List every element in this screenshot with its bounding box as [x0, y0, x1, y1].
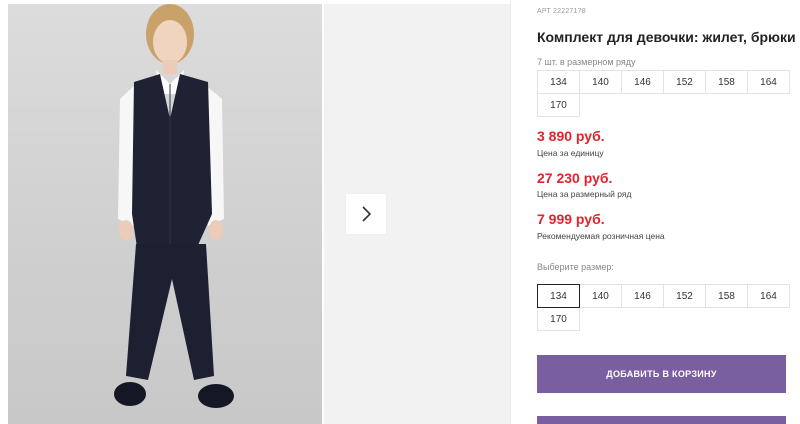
- size-option-158[interactable]: 158: [705, 284, 748, 308]
- add-to-cart-button[interactable]: ДОБАВИТЬ В КОРЗИНУ: [537, 355, 786, 393]
- size-row-cell: 152: [663, 70, 706, 94]
- size-option-152[interactable]: 152: [663, 284, 706, 308]
- size-row-cell: 164: [747, 70, 790, 94]
- size-option-146[interactable]: 146: [621, 284, 664, 308]
- size-option-170[interactable]: 170: [537, 307, 580, 331]
- secondary-action-button[interactable]: [537, 416, 786, 424]
- size-option-140[interactable]: 140: [579, 284, 622, 308]
- size-option-164[interactable]: 164: [747, 284, 790, 308]
- size-row-cell: 140: [579, 70, 622, 94]
- product-gallery: [8, 4, 510, 424]
- unit-price-label: Цена за единицу: [537, 148, 604, 158]
- retail-price-label: Рекомендуемая розничная цена: [537, 231, 665, 241]
- size-row-price: 27 230 руб.: [537, 170, 613, 186]
- column-divider: [510, 0, 511, 424]
- choose-size-label: Выберите размер:: [537, 262, 614, 272]
- size-row-price-label: Цена за размерный ряд: [537, 189, 632, 199]
- article-number: АРТ 22227178: [537, 8, 586, 15]
- size-row-cell: 170: [537, 93, 580, 117]
- product-photo[interactable]: [8, 4, 322, 424]
- girl-in-suit-image: [114, 4, 234, 408]
- product-title: Комплект для девочки: жилет, брюки: [537, 29, 796, 45]
- size-row-note: 7 шт. в размерном ряду: [537, 57, 636, 67]
- size-row-cell: 146: [621, 70, 664, 94]
- chevron-right-icon: [362, 206, 372, 222]
- size-row-cell: 158: [705, 70, 748, 94]
- next-photo-button[interactable]: [346, 194, 386, 234]
- size-row-table: 134 140 146 152 158 164 170: [537, 70, 793, 117]
- size-row-cell: 134: [537, 70, 580, 94]
- unit-price: 3 890 руб.: [537, 128, 605, 144]
- retail-price: 7 999 руб.: [537, 211, 605, 227]
- product-page: АРТ 22227178 Комплект для девочки: жилет…: [0, 0, 800, 424]
- size-option-134[interactable]: 134: [537, 284, 580, 308]
- size-selector: 134 140 146 152 158 164 170: [537, 284, 793, 331]
